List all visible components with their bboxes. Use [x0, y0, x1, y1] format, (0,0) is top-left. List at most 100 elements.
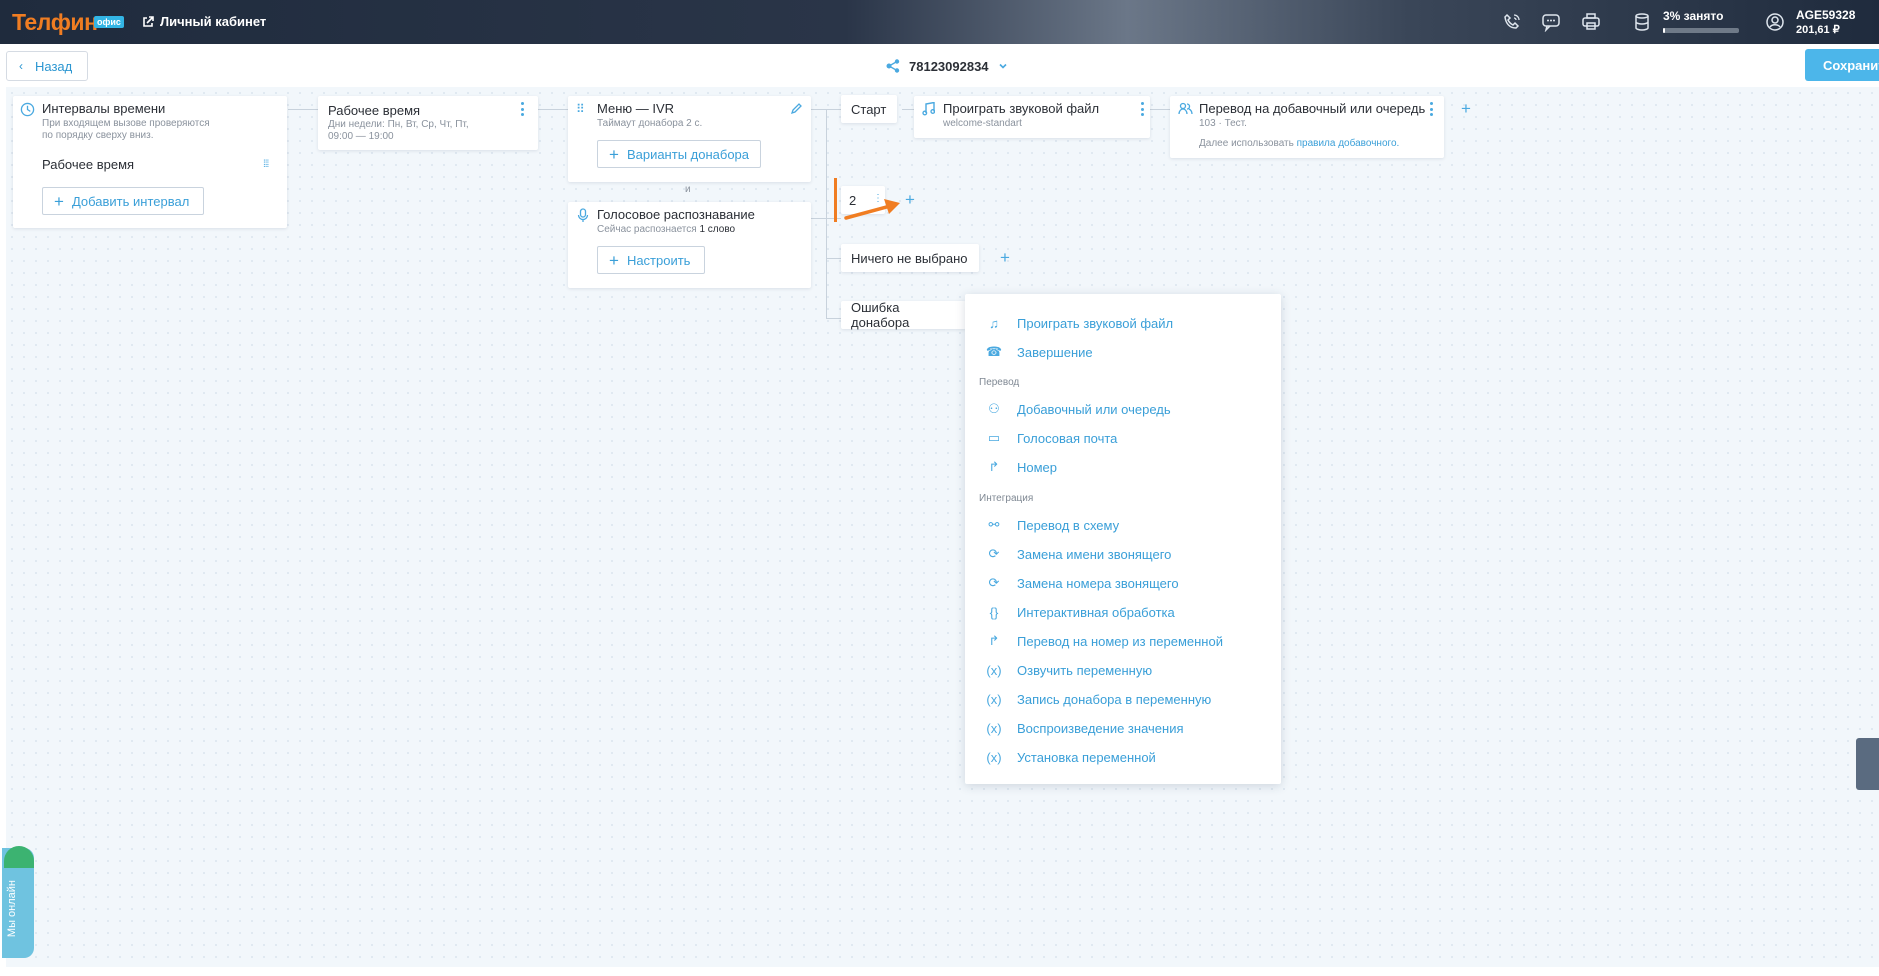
add-interval-button[interactable]: + Добавить интервал: [42, 187, 204, 215]
transfer-note: Далее использовать правила добавочного.: [1199, 138, 1399, 150]
save-button[interactable]: Сохранить: [1805, 49, 1879, 81]
ivr-menu-node[interactable]: ⠿ Меню — IVR Таймаут донабора 2 с. + Вар…: [568, 96, 811, 182]
drag-handle-icon[interactable]: ⁞⁞⁞: [263, 159, 269, 170]
account-info[interactable]: AGE59328 201,61 ₽: [1796, 8, 1855, 38]
menu-item-label: Номер: [1017, 459, 1058, 475]
transfer-target: 103 · Тест.: [1199, 118, 1247, 129]
connector-line: [826, 318, 841, 319]
transfer-note-prefix: Далее использовать: [1199, 138, 1294, 149]
transfer-extension-node[interactable]: Перевод на добавочный или очередь 103 · …: [1170, 96, 1444, 158]
menu-item-play-value[interactable]: (x) Воспроизведение значения: [985, 717, 1183, 739]
forward-arrow-icon: ↱: [988, 459, 1000, 474]
menu-item-label: Замена имени звонящего: [1017, 546, 1172, 562]
edit-pencil-icon[interactable]: [790, 103, 802, 115]
voice-recognition-node[interactable]: Голосовое распознавание Сейчас распознае…: [568, 202, 811, 288]
add-step-dropdown: ♫ Проиграть звуковой файл ☎ Завершение П…: [965, 294, 1281, 784]
connector-line: [288, 109, 318, 110]
menu-item-number[interactable]: ↱ Номер: [985, 456, 1057, 478]
worktime-title: Рабочее время: [328, 103, 421, 118]
phone-icon[interactable]: [1502, 12, 1522, 32]
chat-icon[interactable]: [1541, 12, 1561, 32]
plus-icon: +: [609, 250, 619, 270]
section-transfer-heading: Перевод: [979, 377, 1020, 388]
menu-item-label: Интерактивная обработка: [1017, 604, 1175, 620]
swap-icon: ⟳: [988, 575, 1000, 590]
menu-item-speak-variable[interactable]: (x) Озвучить переменную: [985, 659, 1152, 681]
start-node[interactable]: Старт: [841, 95, 897, 123]
menu-item-transfer-scheme[interactable]: ⚯ Перевод в схему: [985, 514, 1120, 536]
queue-icon: [1178, 102, 1193, 115]
scheme-toolbar: ‹ Назад 78123092834 Сохранить: [0, 44, 1879, 87]
music-note-icon: [922, 102, 935, 116]
menu-item-extension-queue[interactable]: ⚇ Добавочный или очередь: [985, 398, 1170, 420]
menu-item-label: Голосовая почта: [1017, 430, 1118, 446]
node-menu-icon[interactable]: [520, 102, 524, 116]
keypad-icon: ⠿: [576, 102, 585, 116]
user-icon[interactable]: [1765, 12, 1785, 32]
menu-item-record-dial-variable[interactable]: (x) Запись донабора в переменную: [985, 688, 1211, 710]
menu-item-transfer-from-variable[interactable]: ↱ Перевод на номер из переменной: [985, 630, 1223, 652]
online-chat-label: Мы онлайн: [6, 880, 18, 938]
plus-icon: +: [609, 144, 619, 164]
menu-item-label: Перевод на номер из переменной: [1017, 633, 1223, 649]
play-sound-title: Проиграть звуковой файл: [943, 101, 1100, 116]
add-branch-plus-icon[interactable]: +: [905, 190, 915, 210]
menu-item-replace-caller-name[interactable]: ⟳ Замена имени звонящего: [985, 543, 1172, 565]
scheme-icon: [886, 59, 900, 73]
hangup-icon: ☎: [985, 344, 1003, 359]
menu-item-hangup[interactable]: ☎ Завершение: [985, 341, 1093, 363]
chevron-down-icon: [998, 63, 1007, 69]
node-menu-icon[interactable]: [1140, 102, 1144, 116]
configure-label: Настроить: [626, 252, 691, 268]
dial-error-node[interactable]: Ошибка донабора: [841, 300, 966, 330]
clock-icon: [20, 102, 35, 117]
variable-icon: (x): [986, 749, 1002, 765]
menu-item-interactive-processing[interactable]: {} Интерактивная обработка: [985, 601, 1175, 623]
menu-item-set-variable[interactable]: (x) Установка переменной: [985, 746, 1156, 768]
dial-options-button[interactable]: + Варианты донабора: [597, 140, 761, 168]
connector-line: [902, 109, 914, 110]
add-branch-plus-icon[interactable]: +: [1000, 248, 1010, 268]
printer-icon[interactable]: [1581, 12, 1601, 32]
menu-item-label: Завершение: [1017, 344, 1093, 360]
nothing-selected-node[interactable]: Ничего не выбрано: [841, 244, 979, 272]
menu-item-label: Установка переменной: [1017, 749, 1156, 765]
storage-usage-fill: [1663, 28, 1666, 33]
database-icon: [1635, 13, 1649, 31]
external-link-icon: [143, 15, 154, 27]
support-widget-tab[interactable]: [1856, 738, 1879, 790]
and-separator: и: [685, 184, 691, 195]
back-button[interactable]: ‹ Назад: [6, 51, 88, 81]
menu-item-voicemail[interactable]: ▭ Голосовая почта: [985, 427, 1118, 449]
scheme-icon: ⚯: [988, 517, 1000, 532]
connector-line: [538, 109, 568, 110]
transfer-title: Перевод на добавочный или очередь: [1199, 101, 1426, 116]
interval-item-worktime[interactable]: Рабочее время: [42, 157, 134, 172]
dial-options-label: Варианты донабора: [626, 146, 750, 162]
scheme-selector[interactable]: 78123092834: [885, 58, 1009, 74]
configure-button[interactable]: + Настроить: [597, 246, 705, 274]
back-button-label: Назад: [35, 58, 73, 74]
personal-cabinet-link[interactable]: Личный кабинет: [142, 14, 266, 29]
online-chat-leaf-icon: [4, 846, 34, 868]
worktime-days: Дни недели: Пн, Вт, Ср, Чт, Пт,: [328, 119, 469, 130]
variable-icon: (x): [986, 662, 1002, 678]
time-intervals-card[interactable]: Интервалы времени При входящем вызове пр…: [13, 96, 287, 228]
menu-item-replace-caller-number[interactable]: ⟳ Замена номера звонящего: [985, 572, 1179, 594]
voicemail-icon: ▭: [987, 430, 1001, 445]
extension-rules-link[interactable]: правила добавочного.: [1297, 138, 1400, 149]
telfin-logo[interactable]: Телфин: [12, 9, 98, 36]
save-button-label: Сохранить: [1823, 57, 1879, 73]
account-id: AGE59328: [1796, 8, 1856, 22]
menu-item-play-sound[interactable]: ♫ Проиграть звуковой файл: [985, 312, 1173, 334]
annotation-arrow: [844, 199, 900, 220]
play-sound-node[interactable]: Проиграть звуковой файл welcome-standart: [914, 96, 1150, 138]
ivr-timeout: Таймаут донабора 2 с.: [597, 118, 703, 129]
connector-line: [1150, 109, 1170, 110]
node-menu-icon[interactable]: [1429, 102, 1433, 116]
add-step-plus-icon[interactable]: +: [1461, 99, 1471, 119]
highlight-bar: [834, 178, 837, 222]
account-balance: 201,61 ₽: [1796, 24, 1840, 36]
voice-recognition-title: Голосовое распознавание: [597, 207, 755, 222]
worktime-node[interactable]: Рабочее время Дни недели: Пн, Вт, Ср, Чт…: [318, 96, 538, 150]
